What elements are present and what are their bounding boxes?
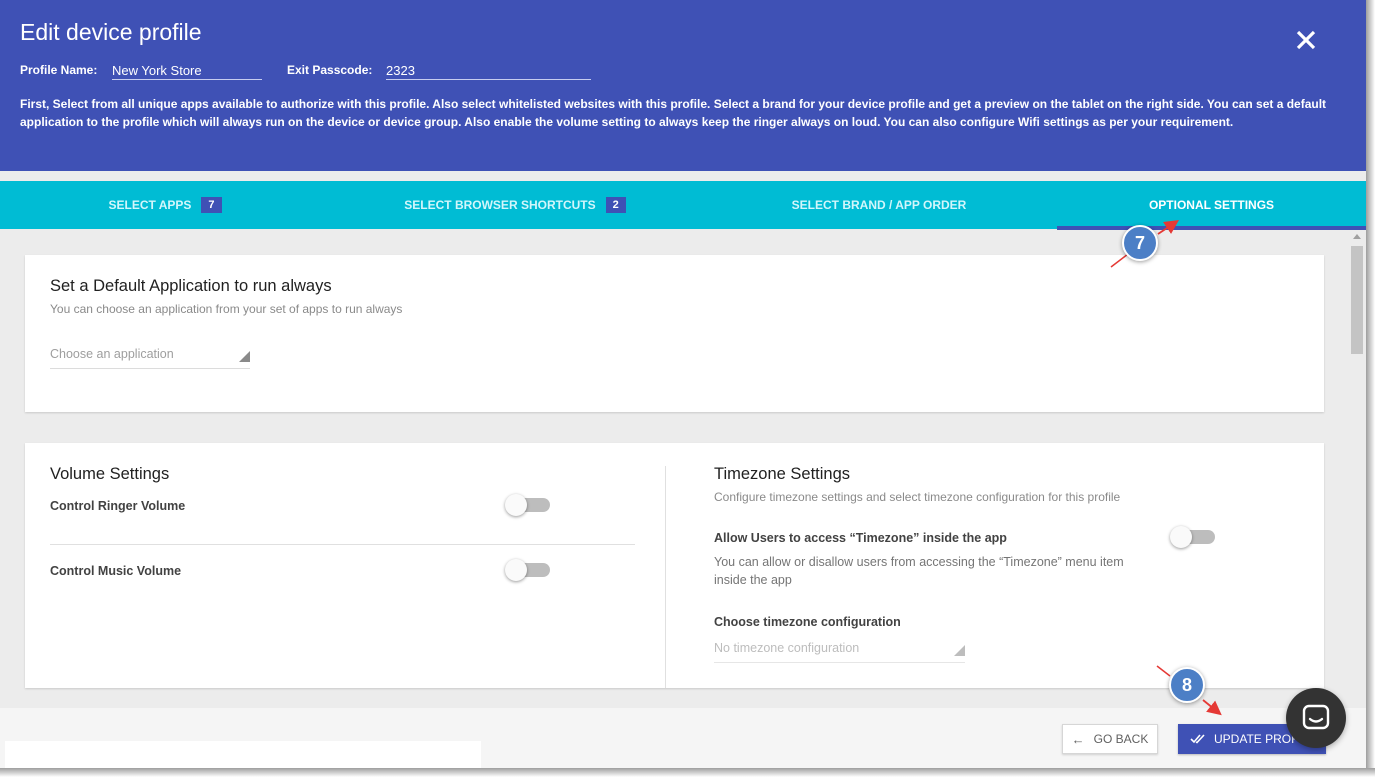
music-volume-toggle[interactable]	[505, 559, 551, 581]
step-7-marker: 7	[1122, 225, 1158, 261]
section-title: Set a Default Application to run always	[50, 277, 332, 295]
chat-widget-button[interactable]	[1286, 688, 1346, 748]
tab-label: SELECT BRAND / APP ORDER	[791, 198, 967, 212]
ringer-volume-label: Control Ringer Volume	[50, 499, 186, 513]
chat-icon	[1302, 704, 1330, 730]
toggle-knob	[1170, 526, 1192, 548]
scroll-up-arrow-icon[interactable]	[1353, 234, 1361, 239]
select-placeholder: No timezone configuration	[714, 641, 860, 655]
exit-passcode-input[interactable]	[386, 61, 591, 80]
tab-select-browser-shortcuts[interactable]: SELECT BROWSER SHORTCUTS 2	[330, 181, 700, 229]
arrow-left-icon: ←	[1071, 731, 1085, 747]
scrollbar-thumb[interactable]	[1351, 246, 1363, 354]
profile-name-label: Profile Name:	[20, 63, 98, 77]
volume-settings-title: Volume Settings	[50, 465, 170, 483]
count-badge: 2	[605, 197, 626, 213]
tab-label: SELECT BROWSER SHORTCUTS	[404, 198, 596, 212]
timezone-access-description: You can allow or disallow users from acc…	[714, 555, 1124, 587]
profile-name-input[interactable]	[112, 61, 262, 80]
toggle-knob	[505, 494, 527, 516]
default-app-card: Set a Default Application to run always …	[25, 255, 1324, 412]
edit-profile-dialog: Edit device profile Profile Name: Exit P…	[0, 0, 1366, 768]
tab-bar: SELECT APPS 7 SELECT BROWSER SHORTCUTS 2…	[0, 181, 1366, 230]
column-divider	[665, 466, 666, 688]
timezone-access-label: Allow Users to access “Timezone” inside …	[714, 531, 1007, 545]
count-badge: 7	[201, 197, 222, 213]
timezone-config-label: Choose timezone configuration	[714, 615, 901, 629]
dialog-header: Edit device profile Profile Name: Exit P…	[0, 0, 1366, 171]
settings-card: Volume Settings Control Ringer Volume Co…	[25, 443, 1324, 688]
timezone-config-select[interactable]: No timezone configuration	[714, 633, 965, 663]
close-icon	[1296, 30, 1316, 50]
profile-description: First, Select from all unique apps avail…	[20, 97, 1327, 129]
go-back-label: GO BACK	[1093, 732, 1149, 746]
music-volume-label: Control Music Volume	[50, 564, 182, 578]
step-8-marker: 8	[1169, 667, 1205, 703]
tab-label: SELECT APPS	[108, 198, 192, 212]
window-shadow-bottom	[0, 768, 1375, 777]
dialog-footer: ← GO BACK UPDATE PROFILE	[0, 708, 1366, 768]
scrollbar[interactable]	[1349, 230, 1366, 708]
section-subtitle: You can choose an application from your …	[50, 302, 403, 316]
exit-passcode-label: Exit Passcode:	[287, 63, 373, 77]
timezone-subtitle: Configure timezone settings and select t…	[714, 490, 1121, 504]
timezone-settings-title: Timezone Settings	[714, 465, 851, 483]
double-check-icon	[1190, 734, 1205, 744]
close-button[interactable]	[1290, 24, 1322, 56]
tab-label: OPTIONAL SETTINGS	[1148, 198, 1275, 212]
ringer-volume-toggle[interactable]	[505, 494, 551, 516]
go-back-button[interactable]: ← GO BACK	[1062, 724, 1158, 754]
dropdown-arrow-icon	[954, 645, 965, 656]
default-app-select[interactable]: Choose an application	[50, 339, 250, 369]
page-title: Edit device profile	[20, 19, 202, 45]
tab-optional-settings[interactable]: OPTIONAL SETTINGS	[1057, 181, 1366, 229]
divider	[50, 544, 635, 545]
active-tab-indicator	[1057, 226, 1366, 230]
dropdown-arrow-icon	[239, 351, 250, 362]
tab-select-brand-app-order[interactable]: SELECT BRAND / APP ORDER	[700, 181, 1058, 229]
footer-blank-area	[5, 741, 481, 768]
toggle-knob	[505, 559, 527, 581]
tab-select-apps[interactable]: SELECT APPS 7	[0, 181, 330, 229]
select-placeholder: Choose an application	[50, 347, 174, 361]
window-shadow-right	[1366, 0, 1375, 777]
timezone-access-toggle[interactable]	[1170, 526, 1216, 548]
